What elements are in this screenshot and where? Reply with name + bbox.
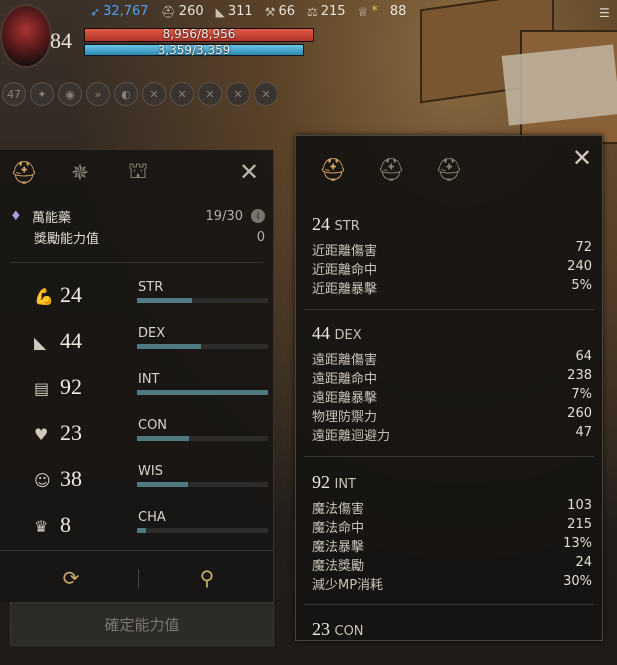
detail-row: 近距離傷害 72 bbox=[312, 240, 592, 259]
stat-row-int[interactable]: ▤ 92 INT bbox=[34, 372, 269, 419]
stat-row-str[interactable]: 💪 24 STR bbox=[34, 280, 269, 327]
resource-wrench: ⚒ 66 bbox=[264, 4, 295, 19]
detail-section-str: 24 STR 近距離傷害 72 近距離命中 240 近距離暴擊 5% bbox=[312, 214, 592, 297]
confirm-stats-button[interactable]: 確定能力值 bbox=[10, 602, 274, 646]
stat-bar bbox=[137, 298, 268, 303]
gate-tab-icon[interactable]: ⛫ bbox=[122, 156, 154, 190]
boot-icon: ◣ bbox=[215, 4, 225, 19]
helmet-gear-tab-icon[interactable]: ⛑ bbox=[316, 152, 350, 188]
detail-row: 物理防禦力 260 bbox=[312, 406, 592, 425]
hp-bar: 8,956/8,956 bbox=[84, 27, 314, 42]
divider bbox=[304, 456, 594, 457]
resource-helmet: ⛑ 260 bbox=[160, 4, 204, 19]
helmet-shield-tab-icon[interactable]: ⛑ bbox=[432, 152, 466, 188]
character-portrait[interactable] bbox=[0, 4, 52, 68]
stat-bar bbox=[137, 482, 268, 487]
helmet-tab-icon[interactable]: ⛑ bbox=[8, 156, 40, 190]
detail-section-con: 23 CON bbox=[312, 619, 364, 639]
stat-row-dex[interactable]: ◣ 44 DEX bbox=[34, 326, 269, 373]
buff-icon[interactable]: ✕ bbox=[142, 82, 166, 106]
stat-bar bbox=[137, 528, 268, 533]
mp-label: 3,359/3,359 bbox=[157, 43, 231, 57]
star-tab-icon[interactable]: ✵ bbox=[64, 156, 96, 190]
buff-counter[interactable]: 47 bbox=[2, 82, 26, 106]
resource-boot: ◣ 311 bbox=[215, 4, 253, 19]
stat-bar bbox=[137, 436, 268, 441]
menu-icon[interactable]: ☰ bbox=[599, 6, 611, 20]
buff-icon[interactable]: ◐ bbox=[114, 82, 138, 106]
hp-label: 8,956/8,956 bbox=[162, 27, 236, 41]
detail-row: 遠距離命中 238 bbox=[312, 368, 592, 387]
detail-row: 遠距離傷害 64 bbox=[312, 349, 592, 368]
detail-row: 近距離命中 240 bbox=[312, 259, 592, 278]
buff-icon[interactable]: » bbox=[86, 82, 110, 106]
resource-weight: ⚖ 215 bbox=[307, 4, 346, 19]
close-icon[interactable]: ✕ bbox=[235, 158, 263, 186]
close-icon[interactable]: ✕ bbox=[568, 144, 596, 172]
buff-icon[interactable]: ◉ bbox=[58, 82, 82, 106]
buff-bar: 47 ✦ ◉ » ◐ ✕ ✕ ✕ ✕ ✕ bbox=[2, 82, 278, 106]
reset-button[interactable]: ⟳ bbox=[58, 565, 84, 591]
stat-row-wis[interactable]: ☺ 38 WIS bbox=[34, 464, 269, 511]
detail-row: 近距離暴擊 5% bbox=[312, 278, 592, 297]
detail-row: 遠距離暴擊 7% bbox=[312, 387, 592, 406]
detail-row: 遠距離迴避力 47 bbox=[312, 425, 592, 444]
buff-icon[interactable]: ✦ bbox=[30, 82, 54, 106]
head-icon: ☺ bbox=[34, 471, 51, 490]
resource-star: 88 bbox=[389, 4, 407, 19]
buff-icon[interactable]: ✕ bbox=[198, 82, 222, 106]
search-icon[interactable]: ⚲ bbox=[194, 565, 220, 591]
wrench-icon: ⚒ bbox=[264, 4, 276, 19]
buff-icon[interactable]: ✕ bbox=[226, 82, 250, 106]
potion-name: 萬能藥 bbox=[32, 210, 72, 226]
stat-panel-footer: ⟳ ⚲ bbox=[0, 550, 273, 601]
potion-row: ♦ 萬能藥 19/30 i bbox=[10, 206, 265, 226]
resource-bar: ➶ 32,767 ⛑ 260 ◣ 311 ⚒ 66 ⚖ 215 ♕ * 88 bbox=[90, 4, 406, 19]
buff-icon[interactable]: ✕ bbox=[254, 82, 278, 106]
bonus-value: 0 bbox=[256, 229, 265, 245]
trophy-icon: ♕ bbox=[357, 4, 369, 19]
divider bbox=[304, 604, 594, 605]
detail-section-int: 92 INT 魔法傷害 103 魔法命中 215 魔法暴擊 13% 魔法獎勵 24 減少… bbox=[312, 472, 592, 593]
divider bbox=[304, 309, 594, 310]
detail-row: 魔法傷害 103 bbox=[312, 498, 592, 517]
crown-icon: ♛ bbox=[34, 517, 49, 536]
divider bbox=[10, 262, 263, 263]
stat-panel: ⛑ ✵ ⛫ ✕ ♦ 萬能藥 19/30 i 獎勵能力值 0 💪 24 STR ◣… bbox=[0, 150, 274, 602]
book-icon: ▤ bbox=[34, 379, 50, 398]
helmet-plus-tab-icon[interactable]: ⛑ bbox=[374, 152, 408, 188]
potion-count: 19/30 bbox=[205, 208, 243, 224]
bonus-row: 獎勵能力值 0 bbox=[10, 226, 265, 248]
bonus-label: 獎勵能力值 bbox=[34, 231, 100, 247]
potion-section: ♦ 萬能藥 19/30 i 獎勵能力值 0 bbox=[10, 206, 265, 248]
stat-bar bbox=[137, 390, 268, 395]
stat-row-con[interactable]: ♥ 23 CON bbox=[34, 418, 269, 465]
detail-row: 魔法獎勵 24 bbox=[312, 555, 592, 574]
potion-icon: ♦ bbox=[10, 208, 22, 224]
info-icon[interactable]: i bbox=[251, 209, 265, 223]
detail-row: 減少MP消耗 30% bbox=[312, 574, 592, 593]
mp-bar: 3,359/3,359 bbox=[84, 43, 304, 57]
stat-detail-panel: ⛑ ⛑ ⛑ ✕ 24 STR 近距離傷害 72 近距離命中 240 近距離暴擊 5% … bbox=[295, 135, 603, 641]
stat-panel-tabs: ⛑ ✵ ⛫ ✕ bbox=[0, 150, 273, 198]
buff-icon[interactable]: ✕ bbox=[170, 82, 194, 106]
boot-icon: ◣ bbox=[34, 333, 47, 352]
detail-tabs: ⛑ ⛑ ⛑ ✕ bbox=[296, 136, 602, 204]
stat-bar bbox=[137, 344, 268, 349]
heart-icon: ♥ bbox=[34, 425, 49, 444]
helmet-icon: ⛑ bbox=[160, 4, 176, 19]
detail-row: 魔法命中 215 bbox=[312, 517, 592, 536]
resource-trophy: ♕ * bbox=[357, 4, 378, 19]
divider bbox=[138, 569, 139, 589]
character-level: 84 bbox=[50, 28, 72, 53]
arm-icon: 💪 bbox=[34, 287, 54, 306]
feather-icon: ➶ bbox=[90, 4, 101, 19]
weight-icon: ⚖ bbox=[307, 4, 318, 19]
detail-row: 魔法暴擊 13% bbox=[312, 536, 592, 555]
detail-section-dex: 44 DEX 遠距離傷害 64 遠距離命中 238 遠距離暴擊 7% 物理防禦力 260… bbox=[312, 323, 592, 444]
top-hud: 84 ➶ 32,767 ⛑ 260 ◣ 311 ⚒ 66 ⚖ 215 ♕ * 88 ☰ 8,… bbox=[0, 0, 617, 80]
resource-feather: ➶ 32,767 bbox=[90, 4, 149, 19]
